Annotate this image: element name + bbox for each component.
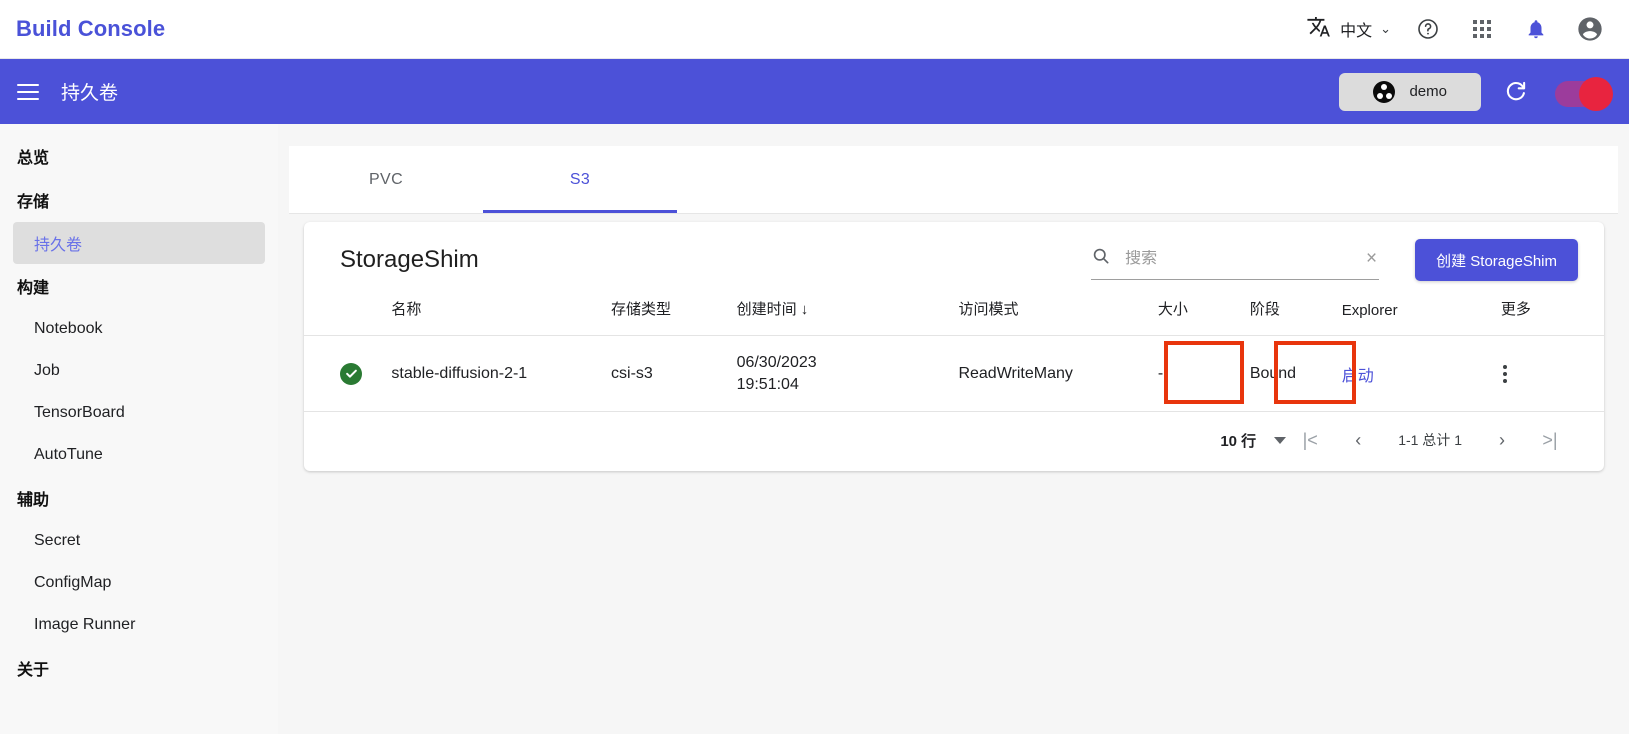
col-phase[interactable]: 阶段 xyxy=(1250,298,1342,336)
sidebar-item-persistent-volume[interactable]: 持久卷 xyxy=(13,222,265,264)
sidebar: 总览 存储 持久卷 构建 Notebook Job TensorBoard Au… xyxy=(0,124,278,734)
col-status xyxy=(304,298,391,336)
theme-toggle[interactable] xyxy=(1551,76,1613,111)
col-size[interactable]: 大小 xyxy=(1158,298,1250,336)
content-area: PVC S3 StorageShim × 创建 StorageShim xyxy=(278,124,1629,734)
row-phase-cell: Bound xyxy=(1249,334,1342,413)
col-created-time-label: 创建时间 xyxy=(736,301,797,318)
pagination-bar: 10 行 |< ‹ 1-1 总计 1 › >| xyxy=(304,412,1604,468)
toggle-thumb xyxy=(1579,76,1613,111)
toolbar-actions: demo xyxy=(1339,72,1629,111)
col-name[interactable]: 名称 xyxy=(391,298,611,336)
storageshim-panel: StorageShim × 创建 StorageShim xyxy=(304,222,1604,471)
chevron-down-icon: ⌄ xyxy=(1380,21,1391,36)
top-bar-actions: 中文 ⌄ xyxy=(1296,5,1629,53)
top-bar: Build Console 中文 ⌄ xyxy=(0,0,1629,59)
row-storage-type-cell: csi-s3 xyxy=(611,334,737,413)
language-selector[interactable]: 中文 ⌄ xyxy=(1296,5,1401,53)
col-more: 更多 xyxy=(1500,301,1531,318)
hamburger-menu-icon[interactable] xyxy=(17,83,39,100)
sidebar-group-about[interactable]: 关于 xyxy=(0,646,278,690)
namespace-label: demo xyxy=(1409,83,1447,100)
create-storageshim-button[interactable]: 创建 StorageShim xyxy=(1415,239,1578,281)
storageshim-table: 名称 存储类型 创建时间 ↓ 访问模式 大小 阶段 Explorer 更多 st… xyxy=(304,298,1604,413)
bell-icon xyxy=(1528,20,1544,39)
notifications-button[interactable] xyxy=(1509,5,1563,53)
refresh-icon xyxy=(1506,81,1526,100)
rows-per-page-selector[interactable]: 10 行 xyxy=(1220,430,1287,451)
row-explorer-cell[interactable]: 启动 xyxy=(1341,334,1501,413)
row-size-cell: - xyxy=(1157,334,1250,413)
sidebar-group-overview[interactable]: 总览 xyxy=(0,134,278,178)
last-page-button[interactable]: >| xyxy=(1526,420,1574,460)
col-explorer: Explorer xyxy=(1341,302,1398,319)
clear-search-icon[interactable]: × xyxy=(1366,248,1379,270)
table-header: 名称 存储类型 创建时间 ↓ 访问模式 大小 阶段 Explorer 更多 xyxy=(304,298,1604,336)
check-circle-icon xyxy=(340,362,362,385)
account-circle-icon xyxy=(1578,17,1602,41)
account-button[interactable] xyxy=(1563,5,1617,53)
tab-bar: PVC S3 xyxy=(289,146,1618,214)
refresh-button[interactable] xyxy=(1503,79,1529,105)
rows-per-page-label: 10 行 xyxy=(1220,432,1257,450)
panel-header: StorageShim × 创建 StorageShim xyxy=(304,222,1604,298)
sidebar-item-image-runner[interactable]: Image Runner xyxy=(13,604,265,646)
chevron-down-icon xyxy=(1274,436,1287,444)
row-name-cell[interactable]: stable-diffusion-2-1 xyxy=(391,334,612,413)
app-root: Build Console 中文 ⌄ 持久卷 demo 总览 存储 持久卷 构建… xyxy=(0,0,1629,734)
tab-pvc[interactable]: PVC xyxy=(289,146,483,213)
kebab-menu-icon[interactable] xyxy=(1501,364,1604,383)
first-page-button[interactable]: |< xyxy=(1286,420,1334,460)
pagination-range: 1-1 总计 1 xyxy=(1398,432,1462,449)
table-body: stable-diffusion-2-1 csi-s3 06/30/2023 1… xyxy=(304,334,1604,413)
row-created-date: 06/30/2023 xyxy=(736,354,817,371)
prev-page-button[interactable]: ‹ xyxy=(1334,420,1382,460)
col-access-mode[interactable]: 访问模式 xyxy=(958,298,1157,336)
sidebar-item-autotune[interactable]: AutoTune xyxy=(13,434,265,476)
row-more-cell[interactable] xyxy=(1500,334,1604,413)
page-title: 持久卷 xyxy=(61,83,119,104)
row-status-cell xyxy=(304,334,392,413)
search-icon xyxy=(1091,246,1111,271)
apps-grid-button[interactable] xyxy=(1455,5,1509,53)
sidebar-group-storage: 存储 xyxy=(17,194,50,211)
help-button[interactable] xyxy=(1401,5,1455,53)
col-storage-type[interactable]: 存储类型 xyxy=(611,298,737,336)
namespace-selector[interactable]: demo xyxy=(1339,72,1481,111)
panel-title: StorageShim xyxy=(340,246,479,273)
sidebar-item-configmap[interactable]: ConfigMap xyxy=(13,562,265,604)
language-label: 中文 xyxy=(1340,23,1373,40)
apps-grid-icon xyxy=(1473,20,1491,38)
tab-s3[interactable]: S3 xyxy=(483,146,677,213)
col-created-time[interactable]: 创建时间 ↓ xyxy=(737,298,959,336)
translate-icon xyxy=(1306,14,1332,45)
sidebar-group-helpers: 辅助 xyxy=(17,492,50,509)
row-created-clock: 19:51:04 xyxy=(736,375,799,393)
brand-title: Build Console xyxy=(16,16,166,41)
sort-desc-icon[interactable]: ↓ xyxy=(801,301,809,318)
table-row[interactable]: stable-diffusion-2-1 csi-s3 06/30/2023 1… xyxy=(304,334,1604,413)
next-page-button[interactable]: › xyxy=(1478,420,1526,460)
sidebar-group-build: 构建 xyxy=(17,280,50,297)
launch-explorer-link[interactable]: 启动 xyxy=(1342,368,1374,385)
search-box[interactable]: × xyxy=(1091,240,1380,280)
sidebar-item-notebook[interactable]: Notebook xyxy=(13,308,265,350)
sidebar-item-tensorboard[interactable]: TensorBoard xyxy=(13,392,265,434)
app-toolbar: 持久卷 demo xyxy=(0,59,1629,124)
sidebar-item-secret[interactable]: Secret xyxy=(13,520,265,562)
search-input[interactable] xyxy=(1125,249,1352,268)
row-access-mode-cell: ReadWriteMany xyxy=(958,334,1158,413)
namespace-logo-icon xyxy=(1373,80,1396,103)
sidebar-item-job[interactable]: Job xyxy=(13,350,265,392)
row-created-time-cell: 06/30/2023 19:51:04 xyxy=(736,334,959,413)
